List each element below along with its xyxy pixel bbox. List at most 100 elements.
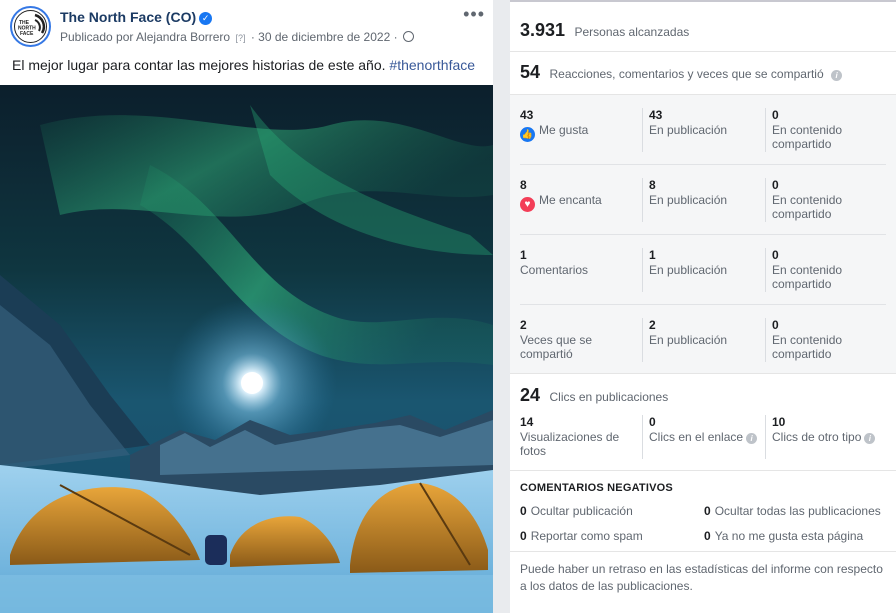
meta-separator: ·	[250, 30, 255, 44]
published-by: Publicado por Alejandra Borrero	[60, 30, 231, 44]
reach-row: 3.931 Personas alcanzadas	[510, 2, 896, 52]
hide-all-stat: 0 Ocultar todas las publicaciones	[704, 504, 881, 518]
comments-label: Comentarios	[520, 263, 589, 277]
clicks-total-label: Clics en publicaciones	[549, 390, 669, 404]
link-clicks: 0 Clics en el enlace i	[649, 415, 759, 444]
north-face-logo: THE NORTH FACE	[14, 10, 47, 43]
reactions-total-label: Reacciones, comentarios y veces que se c…	[549, 67, 824, 81]
likes-on-shares: 0 En contenido compartido	[772, 108, 882, 151]
help-mark[interactable]: [?]	[235, 33, 245, 43]
globe-icon	[402, 31, 414, 42]
reactions-total-value: 54	[520, 62, 541, 82]
love-on-post-label: En publicación	[649, 193, 728, 207]
likes-on-post-value: 43	[649, 108, 663, 122]
info-icon[interactable]: i	[831, 70, 843, 81]
report-spam-label: Reportar como spam	[530, 529, 643, 543]
column-separator	[642, 108, 643, 152]
column-divider	[493, 0, 510, 613]
hide-all-value: 0	[704, 504, 711, 518]
reaction-row-shares: 2 Veces que se compartió 2 En publicació…	[520, 305, 886, 375]
insights-panel: 3.931 Personas alcanzadas 54 Reacciones,…	[510, 0, 896, 613]
love-on-shares-label: En contenido compartido	[772, 193, 843, 221]
post-meta: Publicado por Alejandra Borrero [?] · 30…	[60, 30, 414, 44]
unlike-page-value: 0	[704, 529, 711, 543]
likes-total: 43 👍 Me gusta	[520, 108, 640, 142]
likes-on-post: 43 En publicación	[649, 108, 759, 137]
post-caption: El mejor lugar para contar las mejores h…	[12, 57, 475, 73]
post-card: THE NORTH FACE The North Face (CO) ✓ Publ…	[0, 0, 493, 613]
clicks-breakdown: 14 Visualizaciones de fotos 0 Clics en e…	[510, 409, 896, 471]
comments-on-post-label: En publicación	[649, 263, 728, 277]
report-delay-note: Puede haber un retraso en las estadístic…	[520, 562, 883, 593]
shares-on-shares-value: 0	[772, 318, 779, 332]
reach-label: Personas alcanzadas	[574, 25, 690, 39]
negative-feedback-title: COMENTARIOS NEGATIVOS	[520, 482, 673, 494]
comments-total-value: 1	[520, 248, 527, 262]
likes-total-value: 43	[520, 108, 534, 122]
info-icon[interactable]: i	[746, 433, 758, 444]
more-options-button[interactable]: •••	[463, 4, 485, 25]
page-avatar[interactable]: THE NORTH FACE	[10, 6, 51, 47]
comments-on-shares-value: 0	[772, 248, 779, 262]
reaction-row-likes: 43 👍 Me gusta 43 En publicación 0 En cont…	[520, 95, 886, 165]
like-icon: 👍	[520, 127, 535, 142]
photo-views: 14 Visualizaciones de fotos	[520, 415, 640, 458]
report-spam-value: 0	[520, 529, 527, 543]
verified-badge-icon: ✓	[199, 12, 213, 25]
shares-total-value: 2	[520, 318, 527, 332]
column-separator	[642, 248, 643, 292]
info-icon[interactable]: i	[864, 433, 876, 444]
comments-on-post: 1 En publicación	[649, 248, 759, 277]
shares-on-shares-label: En contenido compartido	[772, 333, 843, 361]
column-separator	[765, 318, 766, 362]
other-clicks-label: Clics de otro tipo	[772, 430, 862, 444]
unlike-page-stat: 0 Ya no me gusta esta página	[704, 529, 863, 543]
shares-label: Veces que se compartió	[520, 333, 593, 361]
page-name[interactable]: The North Face (CO)	[60, 9, 196, 25]
photo-views-value: 14	[520, 415, 534, 429]
post-date[interactable]: 30 de diciembre de 2022	[258, 30, 390, 44]
shares-on-post-value: 2	[649, 318, 656, 332]
meta-separator-2: ·	[393, 30, 398, 44]
column-separator	[765, 178, 766, 222]
comments-on-post-value: 1	[649, 248, 656, 262]
shares-on-shares: 0 En contenido compartido	[772, 318, 882, 361]
reaction-row-love: 8 ♥ Me encanta 8 En publicación 0 En cont…	[520, 165, 886, 235]
comments-total: 1 Comentarios	[520, 248, 640, 277]
aurora-camp-photo	[0, 85, 493, 613]
column-separator	[765, 248, 766, 292]
post-header: THE NORTH FACE The North Face (CO) ✓ Publ…	[0, 0, 493, 52]
column-separator	[765, 415, 766, 459]
hide-all-label: Ocultar todas las publicaciones	[714, 504, 881, 518]
love-total: 8 ♥ Me encanta	[520, 178, 640, 212]
post-photo[interactable]	[0, 85, 493, 613]
link-clicks-label: Clics en el enlace	[649, 430, 744, 444]
hide-post-value: 0	[520, 504, 527, 518]
reaction-row-comments: 1 Comentarios 1 En publicación 0 En cont…	[520, 235, 886, 305]
photo-views-label: Visualizaciones de fotos	[520, 430, 620, 458]
other-clicks: 10 Clics de otro tipo i	[772, 415, 882, 444]
unlike-page-label: Ya no me gusta esta página	[714, 529, 864, 543]
page-name-link[interactable]: The North Face (CO) ✓	[60, 9, 213, 25]
love-on-post-value: 8	[649, 178, 656, 192]
love-on-shares: 0 En contenido compartido	[772, 178, 882, 221]
logo-text-3: FACE	[20, 31, 34, 37]
love-on-post: 8 En publicación	[649, 178, 759, 207]
love-total-value: 8	[520, 178, 527, 192]
column-separator	[642, 318, 643, 362]
likes-on-shares-label: En contenido compartido	[772, 123, 843, 151]
hide-post-stat: 0 Ocultar publicación	[520, 504, 633, 518]
caption-hashtag[interactable]: #thenorthface	[389, 57, 475, 73]
shares-on-post: 2 En publicación	[649, 318, 759, 347]
report-spam-stat: 0 Reportar como spam	[520, 529, 643, 543]
reactions-total-row: 54 Reacciones, comentarios y veces que s…	[510, 52, 896, 95]
reaction-breakdown: 43 👍 Me gusta 43 En publicación 0 En cont…	[510, 95, 896, 374]
love-label: Me encanta	[539, 193, 602, 207]
column-separator	[642, 415, 643, 459]
comments-on-shares: 0 En contenido compartido	[772, 248, 882, 291]
column-separator	[642, 178, 643, 222]
clicks-total-value: 24	[520, 385, 541, 405]
shares-on-post-label: En publicación	[649, 333, 728, 347]
likes-on-shares-value: 0	[772, 108, 779, 122]
caption-text: El mejor lugar para contar las mejores h…	[12, 57, 390, 73]
